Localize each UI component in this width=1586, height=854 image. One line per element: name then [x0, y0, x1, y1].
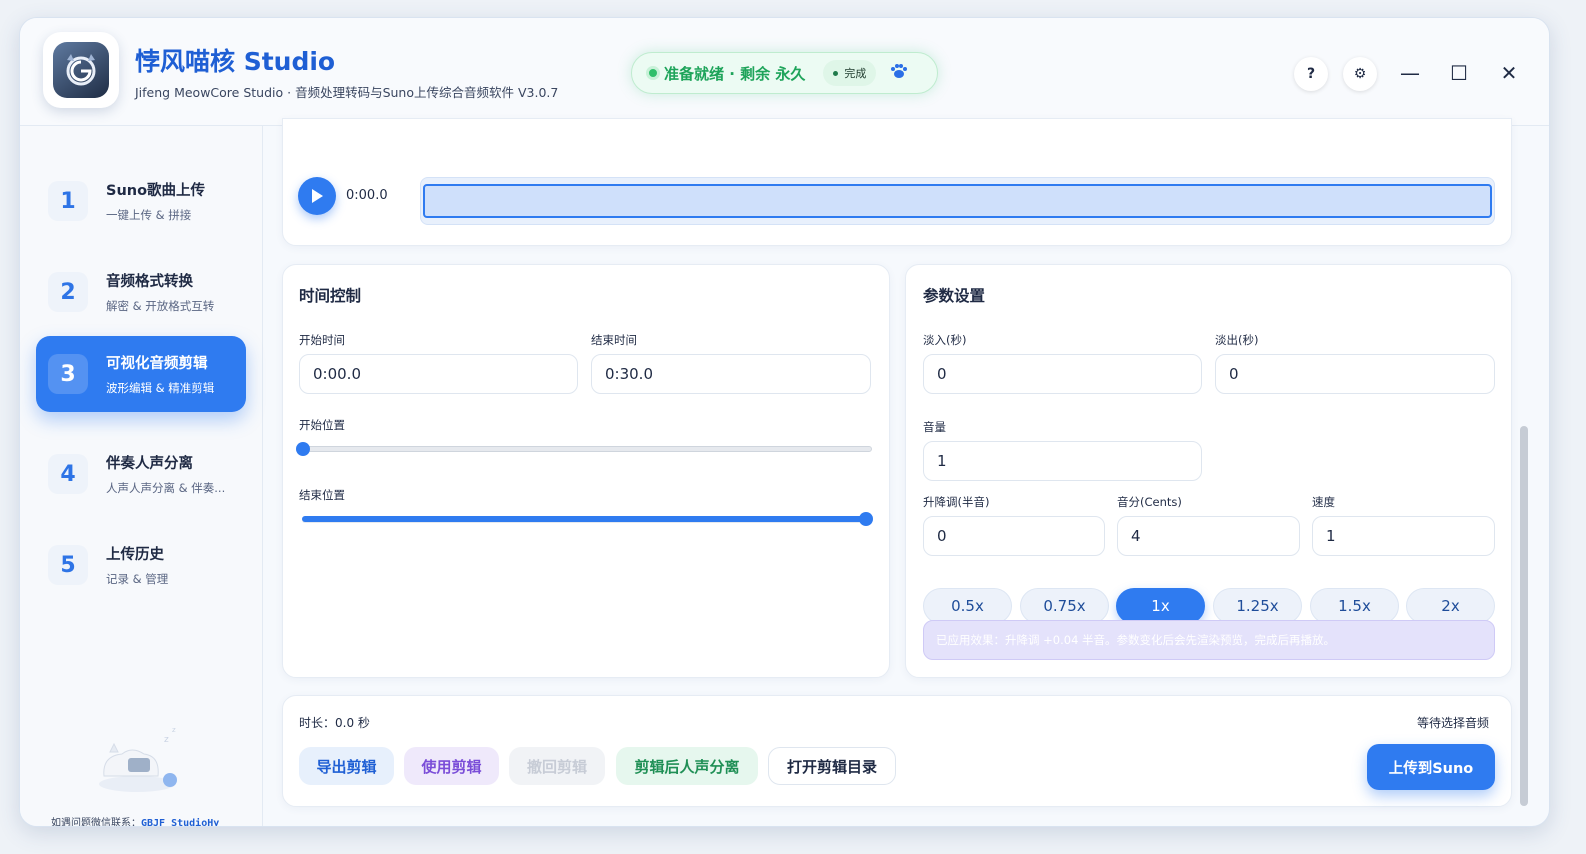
maximize-button[interactable]: ☐ [1444, 58, 1474, 88]
pitch-field[interactable]: 0 [923, 516, 1105, 556]
start-position-slider[interactable] [296, 442, 872, 456]
app-logo [43, 32, 119, 108]
nav-number: 2 [48, 272, 88, 312]
sidebar: 1 Suno歌曲上传 一键上传 & 拼接 2 音频格式转换 解密 & 开放格式互… [20, 126, 263, 827]
paw-icon [890, 63, 908, 83]
fade-in-field[interactable]: 0 [923, 354, 1202, 394]
sidebar-item-suno-upload[interactable]: 1 Suno歌曲上传 一键上传 & 拼接 [36, 163, 246, 239]
speed-option-0-75x[interactable]: 0.75x [1020, 588, 1109, 624]
end-position-slider[interactable] [302, 512, 873, 526]
nav-subtitle: 一键上传 & 拼接 [106, 208, 192, 222]
nav-subtitle: 记录 & 管理 [106, 572, 169, 586]
done-chip-label: 完成 [844, 67, 867, 80]
app-title: 悖风喵核 Studio [135, 47, 336, 76]
slider-fill [302, 516, 866, 522]
start-position-label: 开始位置 [299, 418, 345, 432]
time-control-title: 时间控制 [299, 287, 362, 305]
nav-number: 4 [48, 454, 88, 494]
minimize-icon: — [1400, 61, 1420, 85]
nav-title: 可视化音频剪辑 [106, 356, 208, 372]
app-window: 悖风喵核 Studio Jifeng MeowCore Studio · 音频处… [19, 17, 1550, 827]
undo-clip-button[interactable]: 撤回剪辑 [509, 747, 605, 785]
start-time-label: 开始时间 [299, 333, 345, 347]
nav-number: 1 [48, 181, 88, 221]
svg-text:z: z [164, 735, 169, 745]
done-chip: 完成 [823, 60, 877, 86]
fade-out-field[interactable]: 0 [1215, 354, 1495, 394]
slider-thumb[interactable] [296, 442, 310, 456]
speed-option-0-5x[interactable]: 0.5x [923, 588, 1012, 624]
waveform-view[interactable] [420, 177, 1495, 225]
cents-field[interactable]: 4 [1117, 516, 1300, 556]
nav-subtitle: 解密 & 开放格式互转 [106, 299, 215, 313]
help-icon: ? [1306, 66, 1316, 82]
nav-number: 5 [48, 545, 88, 585]
open-clip-folder-button[interactable]: 打开剪辑目录 [768, 747, 896, 785]
nav-title: Suno歌曲上传 [106, 183, 206, 199]
end-position-label: 结束位置 [299, 488, 345, 502]
speed-field[interactable]: 1 [1312, 516, 1495, 556]
export-clip-button[interactable]: 导出剪辑 [299, 747, 394, 785]
nav-number: 3 [48, 354, 88, 394]
sidebar-item-vocal-separation[interactable]: 4 伴奏人声分离 人声人声分离 & 伴奏... [36, 436, 246, 512]
title-bar: 悖风喵核 Studio Jifeng MeowCore Studio · 音频处… [20, 18, 1549, 126]
scrollbar[interactable] [1520, 426, 1528, 806]
nav-title: 音频格式转换 [106, 274, 193, 290]
slider-thumb[interactable] [859, 512, 873, 526]
speed-label: 速度 [1312, 495, 1335, 509]
use-clip-button[interactable]: 使用剪辑 [404, 747, 499, 785]
gear-icon: ⚙ [1353, 66, 1367, 82]
start-time-field[interactable]: 0:00.0 [299, 354, 578, 394]
volume-label: 音量 [923, 420, 946, 434]
nav-subtitle: 波形编辑 & 精准剪辑 [106, 381, 215, 395]
maximize-icon: ☐ [1450, 61, 1468, 85]
pitch-label: 升降调(半音) [923, 495, 990, 509]
nav-subtitle: 人声人声分离 & 伴奏... [106, 481, 226, 495]
contact-label: 如遇问题微信联系： [51, 818, 141, 827]
speed-option-1-5x[interactable]: 1.5x [1310, 588, 1399, 624]
end-time-label: 结束时间 [591, 333, 637, 347]
minimize-button[interactable]: — [1395, 58, 1425, 88]
sidebar-item-audio-edit[interactable]: 3 可视化音频剪辑 波形编辑 & 精准剪辑 [36, 336, 246, 412]
status-pill: 准备就绪 · 剩余 永久 完成 [631, 52, 938, 94]
speed-option-1-25x[interactable]: 1.25x [1213, 588, 1302, 624]
sidebar-item-format-convert[interactable]: 2 音频格式转换 解密 & 开放格式互转 [36, 254, 246, 330]
sidebar-item-upload-history[interactable]: 5 上传历史 记录 & 管理 [36, 527, 246, 603]
audio-status-text: 等待选择音频 [1417, 716, 1490, 730]
sleeping-cat-illustration: z z [92, 718, 192, 798]
contact-info: 如遇问题微信联系：GBJF_StudioHy [51, 814, 220, 827]
playback-time: 0:00.0 [346, 188, 388, 203]
nav-title: 伴奏人声分离 [106, 456, 193, 472]
waveform-selection[interactable] [423, 184, 1492, 218]
params-title: 参数设置 [923, 287, 986, 305]
speed-option-2x[interactable]: 2x [1406, 588, 1495, 624]
cat-headphone-icon [53, 42, 109, 98]
fade-in-label: 淡入(秒) [923, 333, 967, 347]
duration-text: 时长：0.0 秒 [299, 716, 370, 730]
cents-label: 音分(Cents) [1117, 495, 1182, 509]
nav-title: 上传历史 [106, 547, 164, 563]
help-button[interactable]: ? [1294, 57, 1328, 91]
fade-out-label: 淡出(秒) [1215, 333, 1259, 347]
close-button[interactable]: ✕ [1494, 58, 1524, 88]
status-text: 准备就绪 · 剩余 永久 [664, 64, 806, 83]
speed-option-1x[interactable]: 1x [1116, 588, 1205, 624]
play-button[interactable] [298, 177, 336, 215]
status-dot-icon [646, 66, 660, 80]
play-icon [312, 189, 323, 203]
dot-icon [833, 70, 839, 76]
volume-field[interactable]: 1 [923, 441, 1202, 481]
contact-id: GBJF_StudioHy [141, 818, 220, 827]
separate-after-clip-button[interactable]: 剪辑后人声分离 [616, 747, 758, 785]
close-icon: ✕ [1500, 61, 1518, 85]
upload-to-suno-button[interactable]: 上传到Suno [1367, 744, 1495, 790]
app-subtitle: Jifeng MeowCore Studio · 音频处理转码与Suno上传综合… [135, 85, 559, 100]
settings-button[interactable]: ⚙ [1343, 57, 1377, 91]
effect-note: 已应用效果：升降调 +0.04 半音。参数变化后会先渲染预览，完成后再播放。 [923, 620, 1495, 660]
end-time-field[interactable]: 0:30.0 [591, 354, 871, 394]
svg-text:z: z [172, 726, 176, 734]
time-control-card [282, 264, 890, 678]
